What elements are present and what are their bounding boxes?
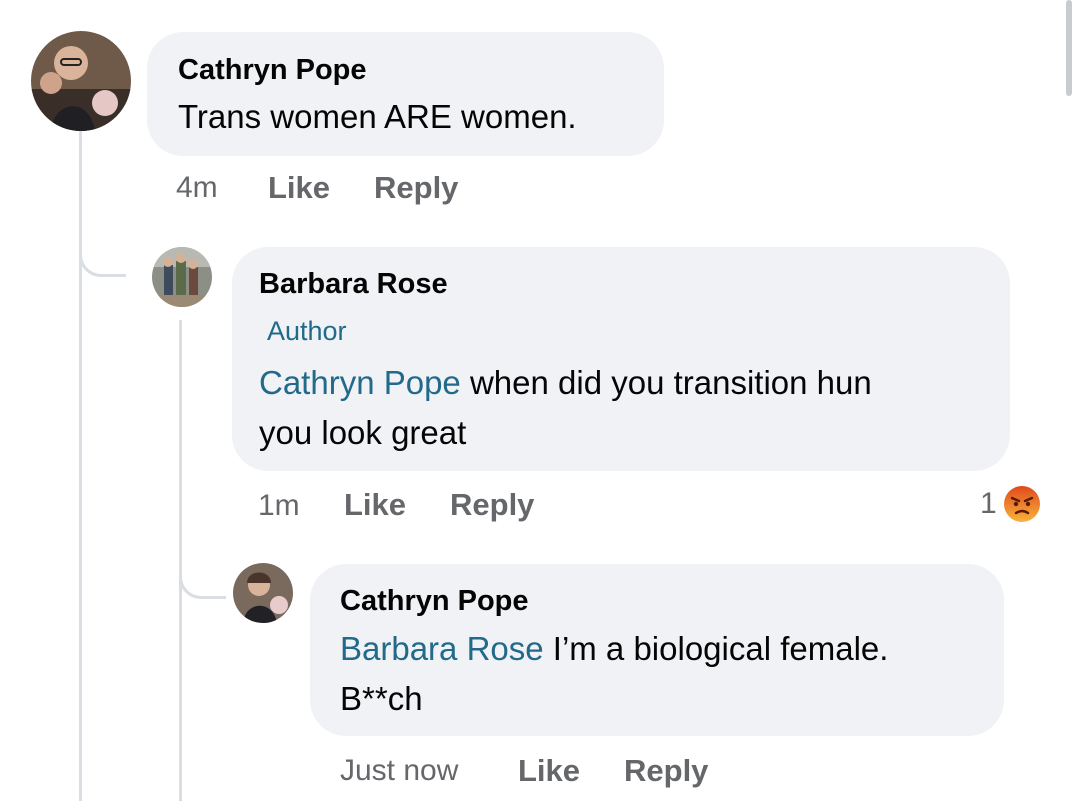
mention-link[interactable]: Barbara Rose xyxy=(340,630,544,667)
profile-photo-icon xyxy=(31,31,131,131)
reply-button[interactable]: Reply xyxy=(624,753,708,789)
thread-connector-2 xyxy=(179,560,226,599)
avatar[interactable] xyxy=(233,563,293,623)
scrollbar[interactable] xyxy=(1066,0,1072,96)
comment-timestamp[interactable]: 4m xyxy=(176,171,218,205)
comment-text-line: I’m a biological female. xyxy=(543,630,889,667)
avatar[interactable] xyxy=(152,247,212,307)
comment-timestamp[interactable]: Just now xyxy=(340,754,458,788)
reply-button[interactable]: Reply xyxy=(374,170,458,206)
reply-button[interactable]: Reply xyxy=(450,487,534,523)
comment-author[interactable]: Cathryn Pope xyxy=(340,585,529,618)
author-badge: Author xyxy=(267,316,347,346)
reaction-count: 1 xyxy=(980,487,997,520)
comment-text-line: B**ch xyxy=(340,680,423,717)
comment-text: Cathryn Pope when did you transition hun… xyxy=(259,358,999,458)
angry-emoji-icon xyxy=(1003,486,1040,522)
like-button[interactable]: Like xyxy=(344,487,406,523)
thread-connector-1 xyxy=(79,238,126,277)
reaction-summary[interactable]: 1 xyxy=(980,483,1043,525)
comment-author[interactable]: Barbara Rose xyxy=(259,268,448,301)
profile-photo-icon xyxy=(152,247,212,307)
comment-text-line: you look great xyxy=(259,414,467,451)
thread-line-main xyxy=(79,128,82,801)
comment-text-line: when did you transition hun xyxy=(460,364,872,401)
comment-author[interactable]: Cathryn Pope xyxy=(178,54,367,87)
avatar[interactable] xyxy=(31,31,131,131)
mention-link[interactable]: Cathryn Pope xyxy=(259,364,461,401)
profile-photo-icon xyxy=(233,563,293,623)
comment-text: Trans women ARE women. xyxy=(178,98,577,135)
like-button[interactable]: Like xyxy=(518,753,580,789)
comment-text: Barbara Rose I’m a biological female. B*… xyxy=(340,624,1000,724)
like-button[interactable]: Like xyxy=(268,170,330,206)
comment-timestamp[interactable]: 1m xyxy=(258,489,300,523)
